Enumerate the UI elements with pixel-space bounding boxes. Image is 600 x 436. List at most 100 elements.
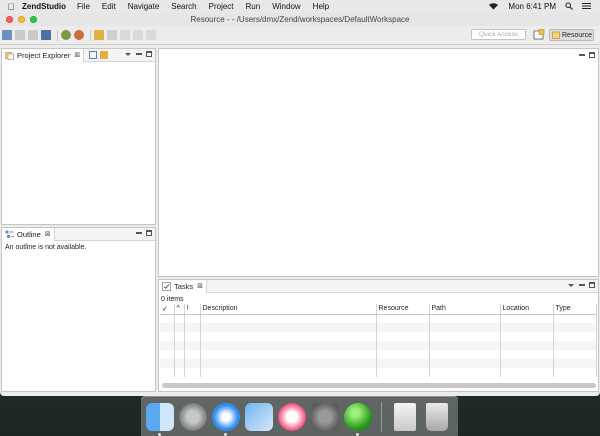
- safari-icon[interactable]: [212, 402, 240, 436]
- tab-project-explorer[interactable]: Project Explorer ⊠: [2, 48, 85, 62]
- link-with-editor-icon[interactable]: [100, 51, 109, 59]
- trash-icon[interactable]: [426, 402, 448, 431]
- editor-controls: [576, 52, 595, 58]
- editor-area[interactable]: [158, 48, 599, 277]
- close-tab-icon[interactable]: ⊠: [74, 51, 80, 59]
- mail-icon[interactable]: [245, 402, 273, 431]
- toolbar-separator: [90, 29, 91, 41]
- menu-help[interactable]: Help: [313, 2, 329, 11]
- table-row: [160, 359, 597, 368]
- view-menu-icon[interactable]: [568, 283, 574, 287]
- resource-perspective-button[interactable]: Resource: [549, 29, 594, 41]
- table-row: [160, 323, 597, 332]
- column-importance[interactable]: !: [184, 304, 201, 315]
- project-explorer-header: Project Explorer ⊠: [2, 48, 155, 62]
- itunes-icon[interactable]: [278, 402, 306, 431]
- outline-icon: [5, 230, 14, 238]
- tab-label: Tasks: [174, 281, 194, 291]
- apple-menu-icon[interactable]: : [0, 2, 22, 12]
- run-icon[interactable]: [74, 30, 84, 40]
- mac-menubar:  ZendStudio File Edit Navigate Search P…: [0, 0, 600, 13]
- minimize-window-button[interactable]: [18, 16, 25, 23]
- column-completed[interactable]: ✓: [160, 304, 175, 315]
- system-preferences-icon[interactable]: [311, 402, 339, 431]
- view-controls: [125, 51, 152, 57]
- search-tool-icon[interactable]: [107, 30, 117, 40]
- column-type[interactable]: Type: [553, 304, 597, 315]
- window-title: Resource - - /Users/dmx/Zend/workspaces/…: [190, 15, 410, 24]
- launchpad-icon[interactable]: [179, 402, 207, 431]
- resource-perspective-icon: [552, 31, 560, 39]
- print-icon[interactable]: [41, 30, 51, 40]
- menu-app-name[interactable]: ZendStudio: [22, 2, 66, 11]
- menu-file[interactable]: File: [77, 2, 90, 11]
- maximize-view-icon[interactable]: [146, 230, 152, 236]
- column-priority[interactable]: ^: [174, 304, 185, 315]
- maximize-view-icon[interactable]: [146, 51, 152, 57]
- running-indicator: [356, 432, 359, 436]
- tasks-table-header: ✓ ^ ! Description Resource Path Location…: [160, 304, 597, 315]
- view-menu-icon[interactable]: [125, 52, 131, 56]
- new-wizard-icon[interactable]: [2, 30, 12, 40]
- tab-tasks[interactable]: Tasks ⊠: [159, 279, 208, 293]
- minimize-editor-icon[interactable]: [579, 54, 585, 56]
- minimize-view-icon[interactable]: [136, 232, 142, 234]
- maximize-editor-icon[interactable]: [589, 52, 595, 58]
- documents-stack-icon[interactable]: [394, 402, 416, 431]
- spotlight-search-icon[interactable]: [565, 1, 573, 12]
- outline-pane: Outline ⊠ An outline is not available.: [1, 227, 156, 392]
- project-explorer-icon: [5, 51, 14, 60]
- tasks-header: Tasks ⊠: [159, 279, 598, 293]
- horizontal-scrollbar[interactable]: [162, 383, 596, 388]
- menu-run[interactable]: Run: [246, 2, 261, 11]
- debug-icon[interactable]: [61, 30, 71, 40]
- menu-window[interactable]: Window: [272, 2, 300, 11]
- tasks-item-count: 0 items: [161, 296, 184, 303]
- close-tab-icon[interactable]: ⊠: [197, 282, 203, 290]
- maximize-window-button[interactable]: [30, 16, 37, 23]
- menu-edit[interactable]: Edit: [102, 2, 116, 11]
- perspective-label: Resource: [562, 31, 592, 39]
- tasks-icon: [162, 281, 171, 291]
- menubar-clock[interactable]: Mon 6:41 PM: [508, 2, 556, 11]
- open-perspective-icon[interactable]: [533, 29, 545, 41]
- tasks-table: ✓ ^ ! Description Resource Path Location…: [160, 304, 597, 377]
- column-location[interactable]: Location: [500, 304, 554, 315]
- menu-search[interactable]: Search: [171, 2, 196, 11]
- zend-studio-icon[interactable]: [344, 402, 372, 436]
- close-tab-icon[interactable]: ⊠: [45, 230, 51, 238]
- column-resource[interactable]: Resource: [376, 304, 430, 315]
- back-arrow-icon[interactable]: [133, 30, 143, 40]
- open-type-icon[interactable]: [94, 30, 104, 40]
- column-path[interactable]: Path: [429, 304, 501, 315]
- project-explorer-pane: Project Explorer ⊠: [1, 48, 156, 225]
- menu-navigate[interactable]: Navigate: [128, 2, 160, 11]
- quick-access-input[interactable]: Quick Access: [471, 29, 526, 40]
- maximize-view-icon[interactable]: [589, 282, 595, 288]
- save-all-icon[interactable]: [28, 30, 38, 40]
- minimize-view-icon[interactable]: [136, 53, 142, 55]
- forward-arrow-icon[interactable]: [146, 30, 156, 40]
- view-controls: [133, 230, 152, 236]
- window-titlebar[interactable]: Resource - - /Users/dmx/Zend/workspaces/…: [0, 13, 600, 26]
- tab-label: Outline: [17, 229, 41, 239]
- collapse-all-icon[interactable]: [89, 51, 98, 59]
- menu-project[interactable]: Project: [209, 2, 234, 11]
- table-row: [160, 332, 597, 341]
- minimize-view-icon[interactable]: [579, 284, 585, 286]
- close-window-button[interactable]: [6, 16, 13, 23]
- finder-icon[interactable]: [146, 402, 174, 436]
- save-icon[interactable]: [15, 30, 25, 40]
- toolbar-separator: [57, 29, 58, 41]
- tab-outline[interactable]: Outline ⊠: [2, 227, 55, 241]
- wifi-icon[interactable]: [488, 2, 499, 12]
- annotation-icon[interactable]: [120, 30, 130, 40]
- notification-center-icon[interactable]: [582, 2, 591, 12]
- menubar-status-area: Mon 6:41 PM: [488, 1, 600, 12]
- main-toolbar: Quick Access Resource: [0, 26, 600, 45]
- mac-dock: [141, 396, 458, 436]
- tab-label: Project Explorer: [17, 50, 71, 60]
- column-description[interactable]: Description: [200, 304, 377, 315]
- table-row: [160, 368, 597, 377]
- dock-divider: [381, 401, 382, 432]
